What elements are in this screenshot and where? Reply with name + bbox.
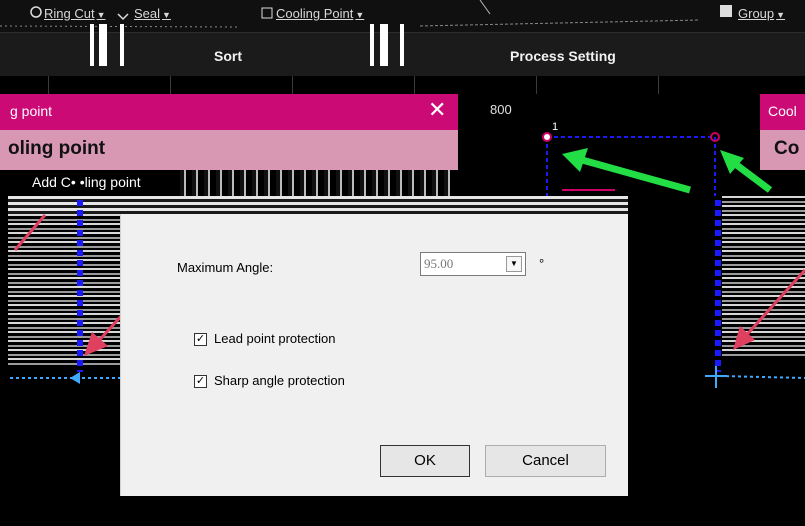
red-arrow-fragment — [13, 214, 47, 251]
cancel-button[interactable]: Cancel — [485, 445, 606, 477]
checkmark-icon[interactable]: ✓ — [194, 333, 207, 346]
max-angle-combobox[interactable]: 95.00 ▼ — [420, 252, 526, 276]
max-angle-label: Maximum Angle: — [177, 260, 274, 275]
sharp-angle-protection-label: Sharp angle protection — [214, 373, 345, 388]
anchor-icon — [70, 372, 80, 384]
green-arrow-icon — [720, 150, 773, 193]
red-arrow-icon — [733, 268, 805, 350]
checkmark-icon[interactable]: ✓ — [194, 375, 207, 388]
ok-button[interactable]: OK — [380, 445, 470, 477]
lead-point-protection-label: Lead point protection — [214, 331, 336, 346]
angle-settings-dialog: Maximum Angle: 95.00 ▼ ° ✓ Lead point pr… — [120, 214, 628, 496]
green-arrow-icon — [562, 148, 691, 194]
angle-unit-label: ° — [539, 256, 545, 271]
chevron-down-icon[interactable]: ▼ — [506, 256, 522, 272]
crosshair-icon — [705, 366, 727, 388]
max-angle-value: 95.00 — [424, 256, 454, 271]
